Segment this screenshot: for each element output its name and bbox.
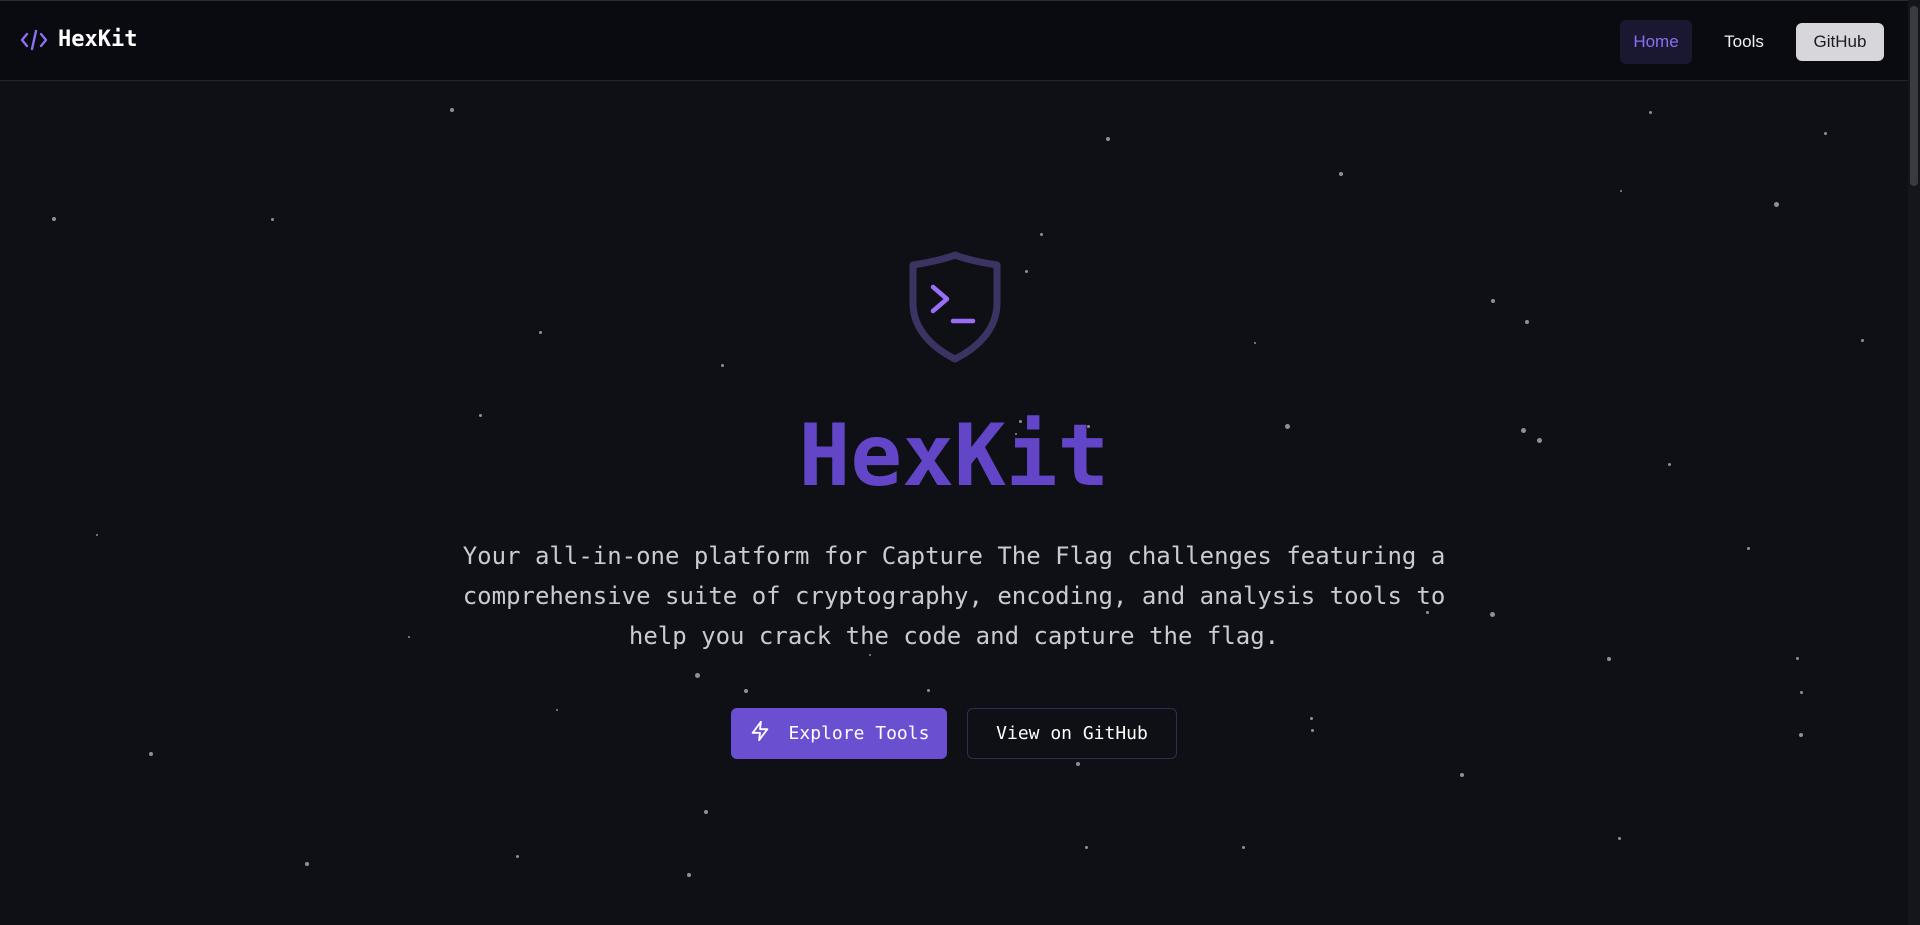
star-dot bbox=[1795, 656, 1799, 660]
star-dot bbox=[926, 688, 930, 692]
star-dot bbox=[96, 534, 98, 536]
star-dot bbox=[556, 709, 558, 711]
star-dot bbox=[1746, 546, 1750, 550]
star-dot bbox=[1620, 190, 1622, 192]
hero-title: HexKit bbox=[798, 406, 1110, 506]
star-dot bbox=[1799, 733, 1803, 737]
brand-name: HexKit bbox=[58, 27, 138, 52]
star-dot bbox=[1084, 845, 1088, 849]
code-icon bbox=[20, 28, 48, 52]
star-dot bbox=[1648, 110, 1652, 114]
star-dot bbox=[1617, 836, 1621, 840]
star-dot bbox=[1525, 320, 1529, 324]
zap-icon bbox=[749, 720, 771, 747]
star-dot bbox=[694, 672, 700, 678]
star-dot bbox=[720, 363, 724, 367]
nav-home[interactable]: Home bbox=[1620, 20, 1692, 64]
top-nav-bar: HexKit Home Tools GitHub bbox=[0, 0, 1908, 81]
star-dot bbox=[744, 689, 748, 693]
star-dot bbox=[149, 752, 153, 756]
star-dot bbox=[704, 810, 708, 814]
star-dot bbox=[1823, 131, 1827, 135]
star-dot bbox=[270, 217, 274, 221]
star-dot bbox=[450, 108, 454, 112]
hero-description: Your all-in-one platform for Capture The… bbox=[462, 542, 1446, 650]
nav-menu: Home Tools GitHub bbox=[1620, 20, 1884, 64]
star-dot bbox=[1489, 611, 1495, 617]
star-dot bbox=[1039, 232, 1043, 236]
star-dot bbox=[1310, 728, 1314, 732]
star-dot bbox=[687, 873, 691, 877]
star-dot bbox=[1860, 338, 1864, 342]
star-dot bbox=[52, 217, 56, 221]
star-dot bbox=[1106, 137, 1110, 141]
star-dot bbox=[1309, 716, 1313, 720]
star-dot bbox=[1024, 269, 1028, 273]
star-dot bbox=[1491, 299, 1495, 303]
scrollbar-thumb[interactable] bbox=[1910, 6, 1918, 186]
star-dot bbox=[1241, 845, 1245, 849]
view-on-github-button[interactable]: View on GitHub bbox=[967, 708, 1177, 759]
star-dot bbox=[515, 854, 519, 858]
star-dot bbox=[1339, 172, 1343, 176]
shield-terminal-icon bbox=[905, 251, 1005, 363]
nav-github-button[interactable]: GitHub bbox=[1796, 23, 1884, 61]
page-scrollbar[interactable] bbox=[1908, 0, 1920, 925]
star-dot bbox=[1460, 773, 1464, 777]
star-dot bbox=[1799, 690, 1803, 694]
brand-link[interactable]: HexKit bbox=[20, 27, 137, 52]
nav-tools[interactable]: Tools bbox=[1708, 20, 1780, 64]
page: HexKit Home Tools GitHub HexKit Your all… bbox=[0, 0, 1920, 925]
star-dot bbox=[538, 330, 542, 334]
star-dot bbox=[408, 636, 410, 638]
star-dot bbox=[1607, 657, 1611, 661]
star-dot bbox=[1254, 342, 1256, 344]
explore-tools-label: Explore Tools bbox=[788, 723, 930, 744]
star-dot bbox=[1076, 762, 1080, 766]
explore-tools-button[interactable]: Explore Tools bbox=[731, 708, 947, 759]
star-dot bbox=[1773, 201, 1779, 207]
star-dot bbox=[305, 862, 309, 866]
